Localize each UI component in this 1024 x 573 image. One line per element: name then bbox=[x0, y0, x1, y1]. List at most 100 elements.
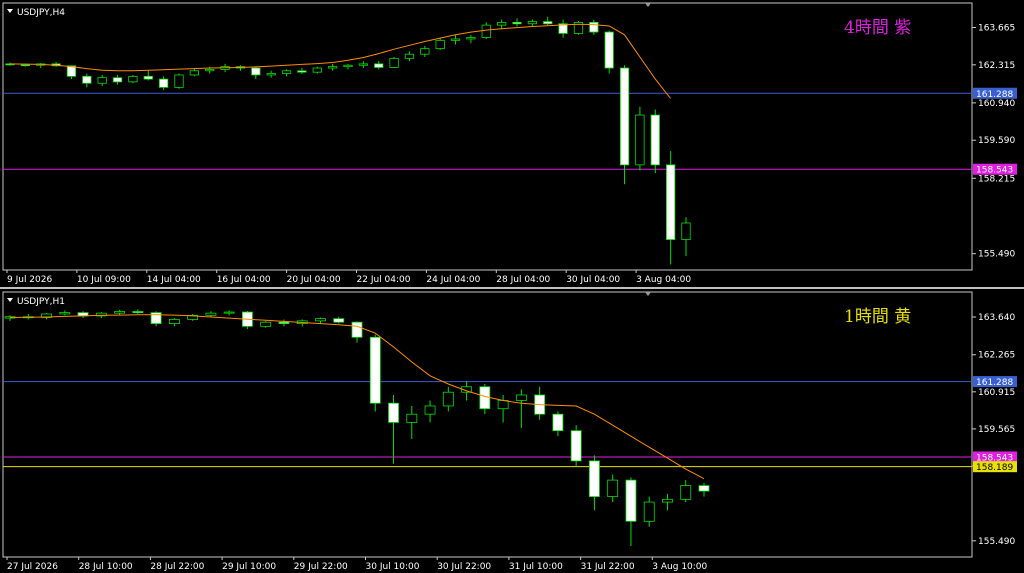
candle-body-up bbox=[358, 63, 368, 66]
x-tick-label: 30 Jul 04:00 bbox=[566, 275, 620, 285]
x-tick-label: 31 Jul 22:00 bbox=[581, 562, 635, 572]
candle-body-down bbox=[625, 479, 637, 522]
candle-body-up bbox=[497, 400, 509, 410]
level-tag-label: 158.189 bbox=[976, 463, 1013, 473]
y-tick-label: 162.315 bbox=[978, 61, 1015, 71]
y-tick-label: 155.490 bbox=[978, 250, 1015, 260]
candle-body-down bbox=[333, 318, 345, 323]
candle-body-down bbox=[297, 70, 307, 73]
candle-body-down bbox=[388, 402, 399, 423]
x-tick-label: 3 Aug 10:00 bbox=[652, 562, 707, 572]
x-tick-label: 30 Jul 10:00 bbox=[366, 562, 420, 572]
symbol-label: USDJPY,H4 bbox=[17, 8, 65, 18]
candle-body-down bbox=[351, 321, 363, 338]
x-tick-label: 30 Jul 22:00 bbox=[437, 562, 491, 572]
candle-body-down bbox=[20, 64, 30, 67]
candle-body-up bbox=[328, 66, 338, 69]
candle-body-up bbox=[315, 318, 326, 322]
chart-annotation: 4時間 紫 bbox=[844, 18, 911, 38]
candle-body-up bbox=[260, 321, 272, 327]
candle-body-up bbox=[515, 394, 527, 401]
candle-body-down bbox=[159, 78, 169, 88]
candle-body-up bbox=[168, 319, 180, 324]
candle-body-down bbox=[132, 311, 144, 313]
candle-body-up bbox=[281, 70, 292, 74]
candle-body-up bbox=[481, 24, 491, 38]
candle-body-up bbox=[643, 501, 655, 522]
x-tick-label: 14 Jul 04:00 bbox=[147, 275, 201, 285]
x-tick-label: 29 Jul 22:00 bbox=[294, 562, 348, 572]
candle-body-up bbox=[174, 74, 184, 88]
x-tick-label: 20 Jul 04:00 bbox=[287, 275, 341, 285]
x-tick-label: 16 Jul 04:00 bbox=[217, 275, 271, 285]
candle-body-up bbox=[128, 75, 138, 83]
plot-frame bbox=[2, 291, 973, 558]
candle-body-up bbox=[527, 21, 537, 25]
chart-panel-h1[interactable]: USDJPY,H1 163.640 162.265 160.915 159.565 158… bbox=[0, 289, 1024, 573]
candle-body-up bbox=[404, 53, 415, 59]
candle-body-up bbox=[681, 222, 691, 240]
candle-body-down bbox=[278, 321, 290, 324]
symbol-label: USDJPY,H1 bbox=[17, 297, 65, 307]
candle-body-down bbox=[570, 430, 582, 462]
shift-marker-icon bbox=[645, 3, 651, 7]
y-tick-label: 163.665 bbox=[978, 23, 1015, 33]
chart-panel-h4[interactable]: USDJPY,H4 163.665 162.315 160.940 159.590 158… bbox=[0, 0, 1024, 287]
candle-body-up bbox=[420, 48, 430, 55]
candle-body-down bbox=[619, 67, 630, 166]
candle-body-up bbox=[114, 311, 126, 314]
y-tick-label: 155.490 bbox=[978, 537, 1015, 547]
candle-body-up bbox=[635, 114, 645, 166]
candle-body-up bbox=[662, 498, 673, 503]
x-tick-label: 3 Aug 04:00 bbox=[636, 275, 691, 285]
y-tick-label: 160.915 bbox=[978, 388, 1015, 398]
shift-marker-icon bbox=[645, 292, 651, 296]
y-tick-label: 158.215 bbox=[978, 174, 1015, 184]
dropdown-triangle-icon bbox=[7, 9, 13, 13]
candle-body-down bbox=[369, 336, 381, 404]
candle-body-up bbox=[497, 21, 507, 26]
x-tick-label: 28 Jul 04:00 bbox=[496, 275, 550, 285]
y-tick-label: 163.640 bbox=[978, 313, 1015, 323]
candle-body-up bbox=[450, 38, 461, 41]
candle-body-up bbox=[266, 73, 276, 76]
candle-body-up bbox=[389, 57, 399, 68]
candle-body-down bbox=[374, 63, 384, 68]
candle-body-down bbox=[650, 114, 660, 166]
x-tick-label: 22 Jul 04:00 bbox=[357, 275, 411, 285]
level-tag-label: 161.288 bbox=[976, 378, 1013, 388]
x-tick-label: 10 Jul 09:00 bbox=[77, 275, 131, 285]
x-tick-label: 9 Jul 2026 bbox=[7, 275, 52, 285]
candle-body-up bbox=[607, 479, 619, 497]
chart-annotation: 1時間 黄 bbox=[844, 307, 911, 327]
candle-body-up bbox=[205, 312, 217, 316]
candle-body-down bbox=[604, 31, 614, 69]
chart-h1-svg[interactable]: USDJPY,H1 163.640 162.265 160.915 159.565 158… bbox=[0, 289, 1024, 573]
candle-body-up bbox=[223, 311, 235, 314]
chart-h4-svg[interactable]: USDJPY,H4 163.665 162.315 160.940 159.590 158… bbox=[0, 0, 1024, 287]
candle-body-up bbox=[97, 77, 107, 84]
x-tick-label: 24 Jul 04:00 bbox=[426, 275, 480, 285]
y-tick-label: 162.265 bbox=[978, 351, 1015, 361]
x-tick-label: 31 Jul 10:00 bbox=[509, 562, 563, 572]
dropdown-triangle-icon bbox=[7, 298, 13, 302]
candle-body-up bbox=[424, 405, 436, 415]
candle-body-down bbox=[589, 21, 599, 33]
moving-average-line bbox=[9, 23, 671, 99]
candle-body-down bbox=[150, 312, 162, 324]
plot-frame bbox=[2, 2, 973, 271]
candle-body-up bbox=[189, 70, 199, 76]
candle-body-down bbox=[698, 485, 710, 492]
candle-body-up bbox=[466, 37, 476, 40]
y-tick-label: 159.590 bbox=[978, 136, 1015, 146]
candle-body-up bbox=[442, 391, 454, 407]
candle-body-down bbox=[512, 21, 522, 25]
candle-body-down bbox=[143, 75, 153, 80]
candle-body-down bbox=[251, 67, 261, 76]
candle-body-up bbox=[435, 39, 445, 50]
y-tick-label: 160.940 bbox=[978, 99, 1015, 109]
x-tick-label: 28 Jul 22:00 bbox=[150, 562, 204, 572]
candle-body-down bbox=[552, 413, 564, 432]
candle-body-down bbox=[112, 77, 123, 83]
candle-body-up bbox=[680, 485, 692, 500]
